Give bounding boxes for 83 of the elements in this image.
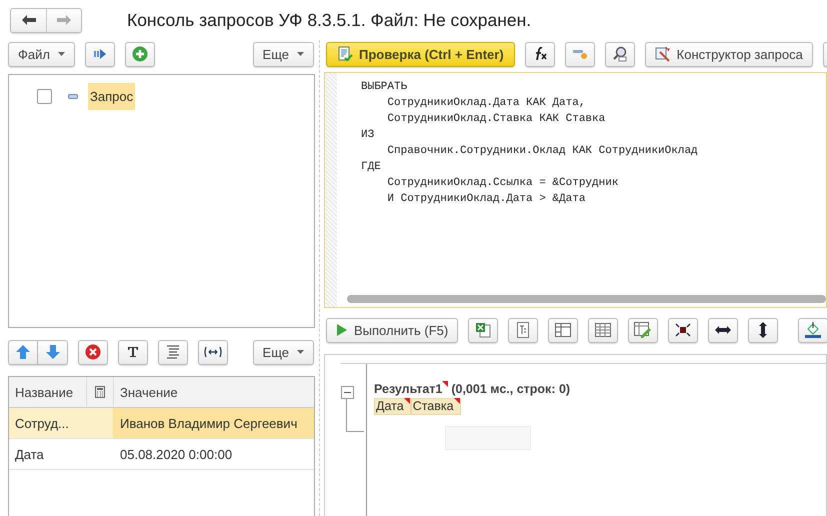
edit-table-button[interactable] (628, 318, 658, 342)
spreadsheet-icon (475, 322, 492, 338)
run-arrow-button[interactable] (84, 42, 115, 66)
code-line: СотрудникиОклад.Ставка КАК Ставка (386, 112, 606, 127)
collapse-toggle-icon[interactable] (341, 386, 354, 399)
query-designer-button[interactable]: Конструктор запроса (644, 42, 813, 66)
arrow-icon (92, 48, 107, 60)
move-down-button[interactable] (38, 340, 68, 364)
right-arrow-icon (57, 15, 71, 25)
find-button[interactable] (604, 42, 635, 66)
fit-icon (675, 323, 692, 337)
align-button[interactable] (158, 340, 188, 364)
tree-item[interactable]: Запрос (88, 82, 136, 110)
text-document-button[interactable] (508, 318, 538, 342)
brackets-arrow-icon (204, 346, 222, 358)
code-line: ИЗ (361, 128, 376, 143)
checkbox[interactable] (37, 88, 52, 104)
excel-export-button[interactable] (468, 318, 498, 342)
document-check-icon (337, 46, 353, 62)
grid-button[interactable] (588, 318, 618, 342)
fill-color-button[interactable] (798, 318, 827, 342)
table-cell: Иванов Владимир Сергеевич (113, 408, 314, 438)
code-line: СотрудникиОклад.Дата КАК Дата, (386, 96, 586, 111)
table-edit-icon (634, 322, 652, 338)
add-icon (132, 46, 148, 62)
code-line: ГДЕ (361, 160, 382, 175)
down-arrow-icon (46, 345, 60, 359)
table-cell-text: Сотруд... (14, 414, 70, 433)
designer-icon (654, 46, 671, 62)
code-line: И СотрудникиОклад.Дата > &Дата (386, 192, 586, 207)
document-icon (517, 322, 530, 338)
delete-icon (85, 344, 101, 360)
result-summary: (0,001 мс., строк: 0) (451, 382, 570, 396)
run-button[interactable]: Выполнить (F5) (326, 318, 458, 342)
parameter-icon (572, 48, 588, 60)
column-width-button[interactable] (708, 318, 738, 342)
dropdown-caret-icon (58, 52, 65, 56)
table-cell-text: Дата (14, 446, 45, 464)
fit-screen-button[interactable] (668, 318, 698, 342)
column-header[interactable]: Значение (113, 377, 314, 407)
fill-color-icon (804, 322, 822, 338)
more-menu-button[interactable]: Еще (252, 42, 314, 66)
table-button[interactable] (548, 318, 578, 342)
add-button[interactable] (124, 42, 155, 66)
horizontal-arrows-icon (715, 326, 732, 334)
file-menu-button[interactable]: Файл (8, 42, 75, 66)
window-title: Консоль запросов УФ 8.3.5.1. Файл: Не сохранен. (127, 10, 532, 30)
code-line: ВЫБРАТЬ (361, 80, 408, 95)
function-button[interactable] (524, 42, 555, 66)
play-icon (336, 324, 348, 336)
column-header: Дата (375, 399, 404, 414)
table-row[interactable]: Сотруд... Иванов Владимир Сергеевич (9, 408, 314, 439)
delete-button[interactable] (78, 340, 108, 364)
collapse-icon[interactable] (68, 94, 78, 98)
dropdown-caret-icon (297, 52, 304, 56)
column-header[interactable]: Название (9, 377, 86, 407)
lines-icon (166, 345, 180, 359)
vertical-arrows-icon (759, 322, 768, 338)
table-cell-text: 05.08.2020 0:00:00 (119, 446, 234, 464)
tree-connector-line (346, 399, 364, 432)
column-header: Ставка (412, 399, 454, 414)
move-up-button[interactable] (8, 340, 38, 364)
grid-icon (595, 323, 612, 337)
row-height-button[interactable] (748, 318, 778, 342)
corner-mark-icon (442, 381, 448, 387)
text-format-button[interactable] (118, 340, 148, 364)
table-row[interactable]: Дата 05.08.2020 0:00:00 (9, 439, 314, 470)
calculator-icon (95, 386, 105, 398)
check-query-button[interactable]: Проверка (Ctrl + Enter) (326, 42, 515, 66)
query-text-editor[interactable]: ВЫБРАТЬ СотрудникиОклад.Дата КАК Дата, СотрудникиОклад.Ставка КАК Ставка ИЗ Справочник.Сотрудники.Оклад КАК СотрудникиОклад ГДЕ СотрудникиОклад.Ссылка = &Сотрудник И СотрудникиОклад.Дата > &Дата (324, 72, 827, 308)
text-icon (127, 346, 139, 358)
dropdown-caret-icon (297, 350, 304, 354)
code-line: Справочник.Сотрудники.Оклад КАК СотрудникиОклад (386, 144, 699, 159)
corner-mark-icon (454, 398, 460, 404)
more-menu-button[interactable]: Еще (252, 340, 314, 364)
expand-width-button[interactable] (198, 340, 228, 364)
left-arrow-icon (22, 15, 36, 25)
search-icon (612, 46, 628, 62)
table-icon (555, 323, 572, 337)
result-title: Результат1 (374, 382, 442, 396)
up-arrow-icon (16, 345, 30, 359)
horizontal-scrollbar[interactable] (347, 295, 826, 303)
code-line: СотрудникиОклад.Ссылка = &Сотрудник (386, 176, 620, 191)
